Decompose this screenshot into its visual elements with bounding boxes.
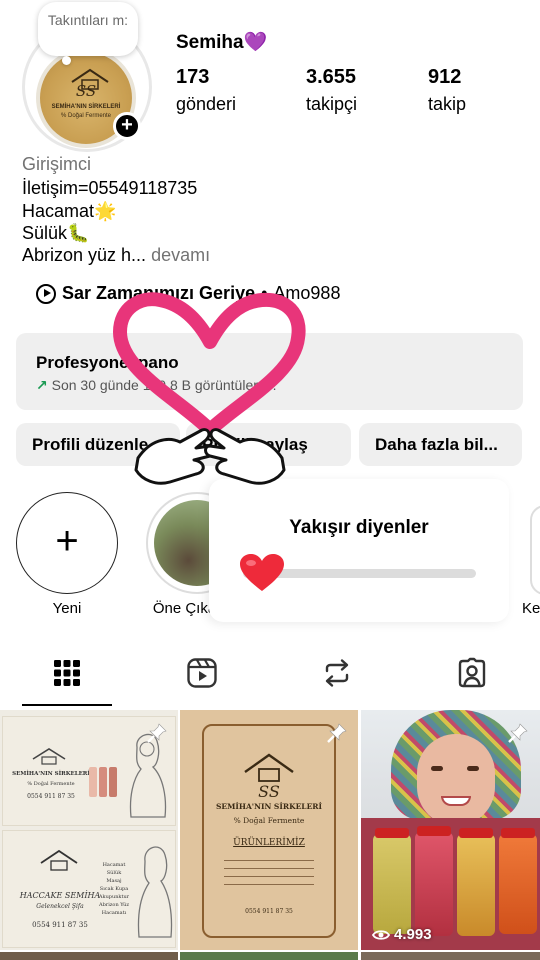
username-text: Semiha <box>176 32 244 53</box>
pin-icon <box>508 723 528 743</box>
text-line <box>224 860 314 863</box>
bottle-icon <box>457 834 495 936</box>
trend-up-icon: ↗ <box>36 377 48 393</box>
username: Semiha💜 <box>176 30 267 54</box>
highlight-partial[interactable] <box>530 505 540 595</box>
bottle-icon <box>415 832 453 936</box>
post-card-top-sub: % Doğal Fermente <box>27 781 75 787</box>
add-story-button[interactable]: + <box>113 112 141 140</box>
bottle-icon <box>499 834 537 934</box>
highlight-label-new: Yeni <box>52 600 82 617</box>
bio-line-contact: İletişim=05549118735 <box>22 178 198 198</box>
service-item: Sülük <box>106 870 122 876</box>
service-item: Sıcak Kupa <box>99 886 129 892</box>
bio-category: Girişimci <box>22 154 91 174</box>
reposts-icon[interactable] <box>321 657 353 689</box>
post-card-top-phone: 0554 911 87 35 <box>27 793 75 800</box>
grid-icon[interactable] <box>51 657 83 689</box>
eye-icon <box>372 929 390 940</box>
house-logo-icon <box>40 849 78 871</box>
logo-line-1: SEMİHA'NIN SİRKELERİ <box>51 104 121 110</box>
post-initials: SS <box>258 782 280 801</box>
bottle-cap <box>417 826 451 836</box>
pin-icon <box>147 723 167 743</box>
post-brand-sub: % Doğal Fermente <box>233 816 305 825</box>
likes-popup-title: Yakışır diyenler <box>289 517 429 538</box>
post-tile[interactable]: SEMİHA'NIN SİRKELERİ % Doğal Fermente 05… <box>0 710 178 950</box>
woman-sketch-icon <box>137 846 173 938</box>
bottle-icon <box>99 767 107 797</box>
post-tile[interactable] <box>361 710 540 950</box>
text-line <box>224 884 314 887</box>
face <box>417 734 495 826</box>
heart-slider-icon[interactable] <box>238 553 286 593</box>
post-tile-peek[interactable] <box>0 952 178 960</box>
bottle-cap <box>459 828 493 838</box>
note-bubble[interactable]: Takıntıları m: <box>38 2 138 56</box>
tagged-icon[interactable] <box>456 657 488 689</box>
heart-hands-sticker <box>113 292 306 485</box>
plus-icon: + <box>55 519 79 563</box>
post-tile-peek[interactable] <box>180 952 358 960</box>
followers-label[interactable]: takipçi <box>306 94 357 115</box>
views-overlay: 4.993 <box>372 926 432 943</box>
house-logo-icon <box>244 753 294 782</box>
views-count: 4.993 <box>394 926 432 943</box>
post-heading: ÜRÜNLERİMİZ <box>233 838 305 848</box>
text-line <box>224 876 314 879</box>
logo-initials: SS <box>75 82 97 100</box>
post-tile[interactable]: SS SEMİHA'NIN SİRKELERİ % Doğal Fermente… <box>180 710 358 950</box>
service-item: Masaj <box>106 878 122 884</box>
following-label[interactable]: takip <box>428 94 466 115</box>
bottle-icon <box>109 767 117 797</box>
post-brand-name: SEMİHA'NIN SİRKELERİ <box>215 802 323 811</box>
house-logo-icon <box>32 748 66 765</box>
posts-label[interactable]: gönderi <box>176 94 236 115</box>
following-count[interactable]: 912 <box>428 66 461 89</box>
post-card-bottom-phone: 0554 911 87 35 <box>32 921 88 929</box>
active-tab-indicator <box>22 704 112 706</box>
bottle-icon <box>373 834 411 934</box>
bio-line-abrizon-text: Abrizon yüz h... <box>22 245 147 265</box>
bio-more-link[interactable]: devamı <box>151 245 210 265</box>
post-card-top-name: SEMİHA'NIN SİRKELERİ <box>12 771 90 777</box>
note-bubble-tail <box>62 56 71 65</box>
pin-icon <box>327 723 347 743</box>
bottle-cap <box>501 828 535 838</box>
service-item: Hacamat <box>102 862 126 868</box>
play-icon <box>36 283 56 304</box>
purple-heart-icon: 💜 <box>243 32 268 53</box>
post-tile-peek[interactable] <box>361 952 540 960</box>
more-info-button[interactable]: Daha fazla bil... <box>359 423 522 466</box>
eye <box>431 766 443 771</box>
new-highlight-button[interactable]: + <box>16 492 118 594</box>
bottle-cap <box>375 828 409 838</box>
service-item: Abrizon Yüz Hacamatı <box>99 902 129 916</box>
services-list: Hacamat Sülük Masaj Sıcak Kupa Akupunktu… <box>89 861 139 917</box>
highlight-label-partial: Ke <box>522 600 540 617</box>
bio-line-hacamat: Hacamat🌟 <box>22 201 117 221</box>
reels-icon[interactable] <box>186 657 218 689</box>
post-card-bottom: HACCAKE SEMİHA Gelenekcel Şifa 0554 911 … <box>2 830 176 948</box>
followers-count[interactable]: 3.655 <box>306 66 356 89</box>
posts-count[interactable]: 173 <box>176 66 209 89</box>
bio-line-suluk: Sülük🐛 <box>22 223 90 243</box>
service-item: Akupunktur <box>98 894 130 900</box>
post-phone: 0554 911 87 35 <box>245 908 293 915</box>
eye <box>467 766 479 771</box>
bottle-icon <box>89 767 97 797</box>
text-line <box>224 868 314 871</box>
bio-line-abrizon: Abrizon yüz h... devamı <box>22 245 210 266</box>
